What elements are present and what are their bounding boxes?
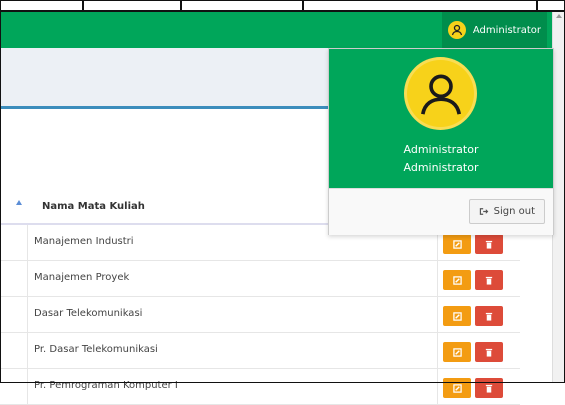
grid-tick bbox=[302, 0, 304, 10]
table-row: Dasar Telekomunikasi bbox=[0, 297, 520, 333]
delete-button[interactable] bbox=[475, 234, 503, 254]
table-row: Pr. Pemrograman Komputer I bbox=[0, 369, 520, 405]
delete-button[interactable] bbox=[475, 306, 503, 326]
top-grid-strip bbox=[0, 0, 565, 12]
column-header-course-name[interactable]: Nama Mata Kuliah bbox=[42, 201, 145, 212]
user-dropdown-menu: Administrator Administrator Sign out bbox=[328, 48, 554, 235]
trash-icon bbox=[485, 384, 493, 393]
pencil-icon bbox=[452, 311, 462, 321]
course-name-cell: Dasar Telekomunikasi bbox=[34, 308, 143, 319]
trash-icon bbox=[485, 348, 493, 357]
edit-button[interactable] bbox=[443, 270, 471, 290]
delete-button[interactable] bbox=[475, 270, 503, 290]
pencil-icon bbox=[452, 275, 462, 285]
edit-button[interactable] bbox=[443, 234, 471, 254]
sign-out-icon bbox=[479, 208, 488, 215]
user-header: Administrator Administrator bbox=[329, 49, 553, 188]
dropdown-user-role: Administrator bbox=[403, 161, 479, 174]
delete-button[interactable] bbox=[475, 342, 503, 362]
table-row: Manajemen Proyek bbox=[0, 261, 520, 297]
sign-out-button[interactable]: Sign out bbox=[468, 199, 545, 224]
user-menu-toggle[interactable]: Administrator bbox=[441, 12, 547, 48]
user-icon bbox=[447, 21, 466, 39]
user-footer: Sign out bbox=[329, 188, 553, 235]
dropdown-user-name: Administrator bbox=[403, 143, 479, 156]
course-name-cell: Pr. Dasar Telekomunikasi bbox=[34, 344, 158, 355]
course-name-cell: Pr. Pemrograman Komputer I bbox=[34, 380, 178, 391]
trash-icon bbox=[485, 276, 493, 285]
pencil-icon bbox=[452, 347, 462, 357]
scroll-up-arrow-icon[interactable] bbox=[556, 14, 562, 18]
pencil-icon bbox=[452, 383, 462, 393]
edit-button[interactable] bbox=[443, 378, 471, 398]
sign-out-label: Sign out bbox=[493, 206, 535, 217]
edit-button[interactable] bbox=[443, 342, 471, 362]
delete-button[interactable] bbox=[475, 378, 503, 398]
grid-tick bbox=[536, 0, 538, 10]
grid-tick bbox=[180, 0, 182, 10]
sort-ascending-icon[interactable] bbox=[16, 200, 22, 205]
course-name-cell: Manajemen Proyek bbox=[34, 272, 130, 283]
trash-icon bbox=[485, 240, 493, 249]
top-navbar: Administrator bbox=[0, 12, 553, 48]
trash-icon bbox=[485, 312, 493, 321]
navbar-user-name: Administrator bbox=[472, 24, 541, 36]
table-row: Pr. Dasar Telekomunikasi bbox=[0, 333, 520, 369]
grid-tick bbox=[82, 0, 84, 10]
pencil-icon bbox=[452, 239, 462, 249]
course-name-cell: Manajemen Industri bbox=[34, 236, 134, 247]
edit-button[interactable] bbox=[443, 306, 471, 326]
user-icon bbox=[404, 57, 477, 130]
